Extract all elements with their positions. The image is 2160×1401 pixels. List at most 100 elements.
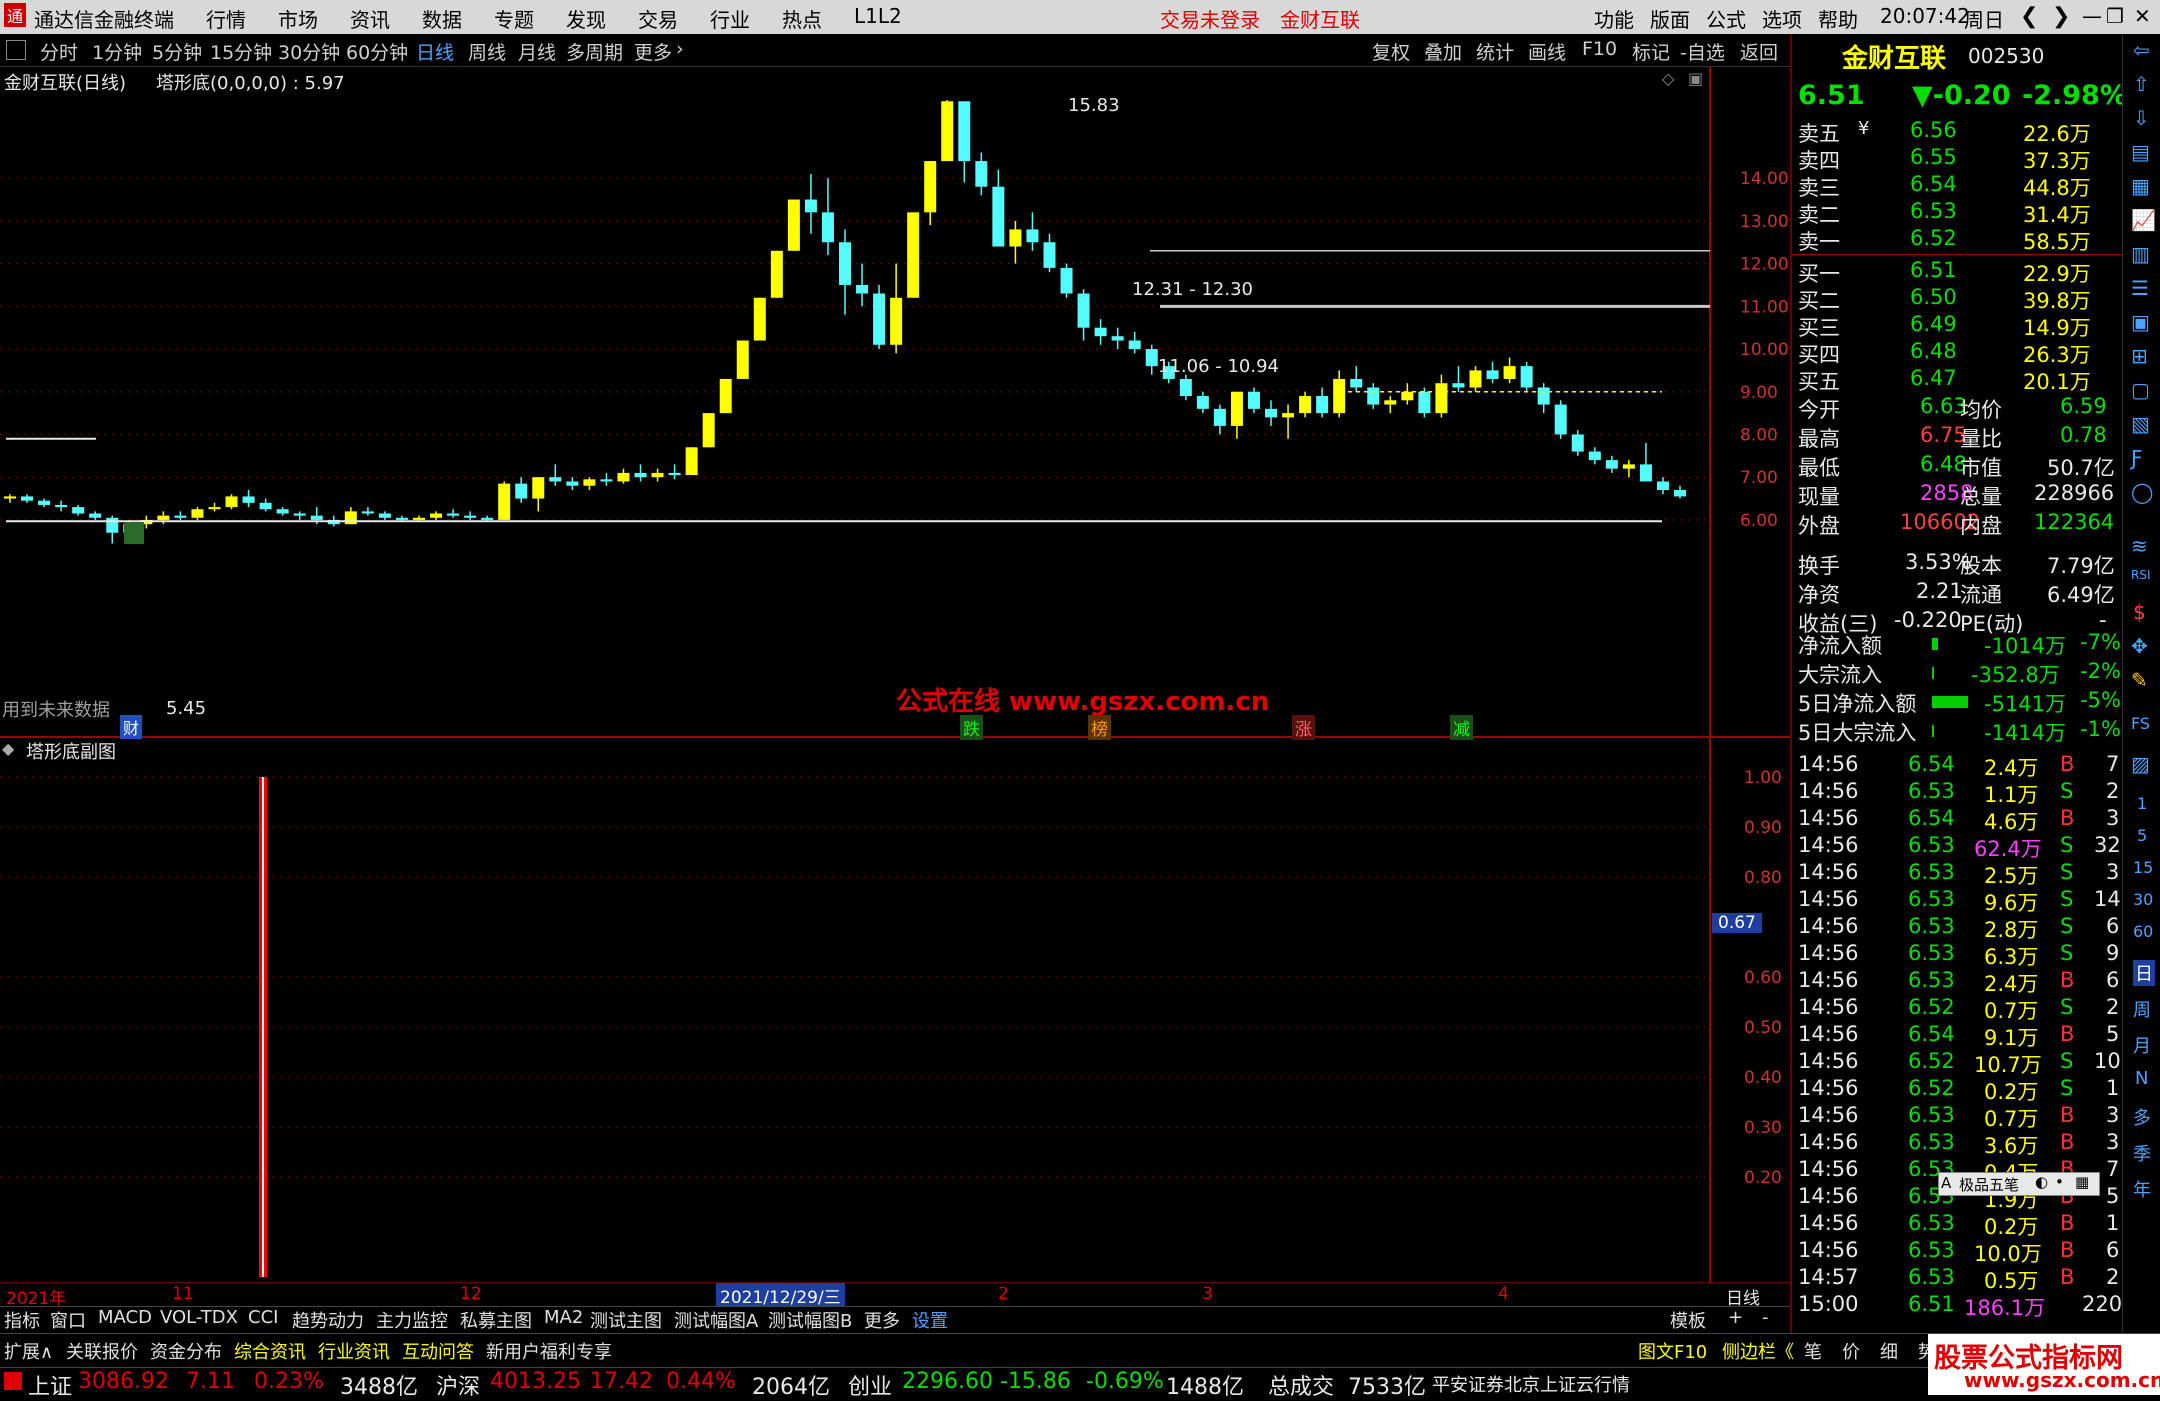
ext-related[interactable]: 关联报价 [66, 1338, 138, 1364]
candle-body[interactable] [174, 515, 187, 518]
candle-body[interactable] [753, 297, 766, 341]
period-intraday[interactable]: 分时 [40, 38, 78, 65]
menu-market[interactable]: 市场 [278, 4, 318, 33]
ext-newuser[interactable]: 新用户福利专享 [486, 1338, 612, 1364]
candle-body[interactable] [1486, 370, 1499, 379]
candle-body[interactable] [1588, 451, 1601, 461]
period-daily[interactable]: 日线 [416, 38, 454, 65]
ext-news[interactable]: 综合资讯 [234, 1338, 306, 1364]
tab-indicator[interactable]: 指标 [4, 1307, 40, 1333]
collapse-icon[interactable]: ◆ [2, 739, 14, 758]
menu-quotes[interactable]: 行情 [206, 4, 246, 33]
candle-body[interactable] [1674, 490, 1686, 497]
candle-body[interactable] [719, 378, 732, 414]
menu-news[interactable]: 资讯 [350, 4, 390, 33]
side-n[interactable]: N [2135, 1068, 2148, 1089]
ext-price[interactable]: 价 [1842, 1338, 1860, 1364]
back-icon[interactable]: ❮ [2020, 4, 2038, 29]
candle-body[interactable] [464, 515, 477, 518]
tool-overlay[interactable]: 叠加 [1424, 38, 1462, 65]
f-icon[interactable]: Ƒ [2131, 446, 2143, 470]
candle-body[interactable] [498, 483, 511, 520]
ext-sidebar[interactable]: 侧边栏《 [1722, 1338, 1794, 1364]
candle-body[interactable] [1282, 413, 1295, 418]
ime-bar[interactable]: A 极品五笔 ◐ • ▦ [1938, 1172, 2100, 1196]
template-button[interactable]: 模板 [1670, 1307, 1706, 1333]
formula-icon[interactable]: ▧ [2131, 412, 2150, 436]
candle-body[interactable] [208, 507, 221, 510]
candle-body[interactable] [1554, 404, 1567, 435]
candle-body[interactable] [1435, 383, 1448, 414]
candle-body[interactable] [1520, 366, 1533, 388]
tab-vol[interactable]: VOL-TDX [160, 1307, 238, 1328]
candle-body[interactable] [447, 513, 460, 516]
menu-trade[interactable]: 交易 [638, 4, 678, 33]
candle-body[interactable] [225, 496, 238, 508]
candle-body[interactable] [276, 509, 289, 514]
side-5min[interactable]: 5 [2137, 826, 2147, 845]
ext-qa[interactable]: 互动问答 [402, 1338, 474, 1364]
export-icon[interactable]: ▨ [2131, 752, 2150, 776]
minimize-icon[interactable]: — [2082, 4, 2102, 28]
diamond-icon[interactable]: ◇ [1662, 69, 1674, 88]
table-icon[interactable]: ▦ [2131, 174, 2150, 198]
candle-body[interactable] [481, 517, 494, 520]
chart-line-icon[interactable]: 📈 [2131, 208, 2156, 232]
menu-data[interactable]: 数据 [422, 4, 462, 33]
candle-body[interactable] [1094, 327, 1107, 337]
candle-body[interactable] [941, 101, 954, 162]
chevron-right-icon[interactable]: › [676, 38, 684, 60]
period-5min[interactable]: 5分钟 [152, 38, 202, 65]
candle-body[interactable] [191, 509, 204, 518]
kline-icon[interactable]: ▥ [2131, 242, 2150, 266]
candle-body[interactable] [21, 496, 34, 501]
candle-body[interactable] [1418, 391, 1431, 414]
ext-industry[interactable]: 行业资讯 [318, 1338, 390, 1364]
tool-adjust[interactable]: 复权 [1372, 38, 1410, 65]
candle-body[interactable] [1060, 267, 1073, 294]
tab-macd[interactable]: MACD [98, 1307, 152, 1328]
candle-body[interactable] [566, 481, 579, 486]
candle-body[interactable] [1128, 340, 1141, 350]
candle-body[interactable] [1213, 408, 1226, 426]
arrow-up-icon[interactable]: ⇧ [2133, 72, 2150, 96]
doc-icon[interactable]: ▢ [2131, 378, 2150, 402]
report-icon[interactable]: ▤ [2131, 140, 2150, 164]
menu-discover[interactable]: 发现 [566, 4, 606, 33]
candle-body[interactable] [1571, 434, 1584, 452]
marker-reduce[interactable]: 减 [1450, 715, 1473, 740]
marker-rank[interactable]: 榜 [1088, 715, 1111, 740]
candle-body[interactable] [378, 513, 391, 518]
marker-fall[interactable]: 跌 [960, 715, 983, 740]
candle-body[interactable] [651, 472, 664, 478]
candle-body[interactable] [821, 212, 834, 243]
tab-settings[interactable]: 设置 [912, 1307, 948, 1333]
candle-body[interactable] [702, 413, 715, 448]
cy-label[interactable]: 创业 [848, 1369, 892, 1401]
side-quarter[interactable]: 季 [2133, 1140, 2151, 1166]
period-60min[interactable]: 60分钟 [346, 38, 408, 65]
period-30min[interactable]: 30分钟 [278, 38, 340, 65]
wave-icon[interactable]: ≋ [2131, 534, 2148, 558]
candle-body[interactable] [549, 477, 562, 482]
menu-function[interactable]: 功能 [1594, 4, 1634, 33]
candle-body[interactable] [1503, 366, 1516, 379]
tab-more[interactable]: 更多 [864, 1307, 900, 1333]
candle-body[interactable] [89, 513, 102, 518]
candle-body[interactable] [72, 507, 85, 514]
candle-body[interactable] [1265, 408, 1278, 418]
side-60min[interactable]: 60 [2133, 922, 2153, 941]
candle-body[interactable] [1247, 391, 1260, 409]
period-multi[interactable]: 多周期 [566, 38, 623, 65]
candle-body[interactable] [157, 515, 170, 520]
sz-label[interactable]: 沪深 [436, 1369, 480, 1401]
candle-body[interactable] [1026, 229, 1039, 243]
candle-body[interactable] [259, 502, 272, 510]
tool-draw[interactable]: 画线 [1528, 38, 1566, 65]
finance-icon[interactable]: ▣ [2131, 310, 2150, 334]
candle-body[interactable] [736, 340, 749, 379]
tab-main-monitor[interactable]: 主力监控 [376, 1307, 448, 1333]
candle-body[interactable] [310, 515, 323, 520]
ext-funds[interactable]: 资金分布 [150, 1338, 222, 1364]
zoom-out-button[interactable]: - [1762, 1307, 1769, 1328]
